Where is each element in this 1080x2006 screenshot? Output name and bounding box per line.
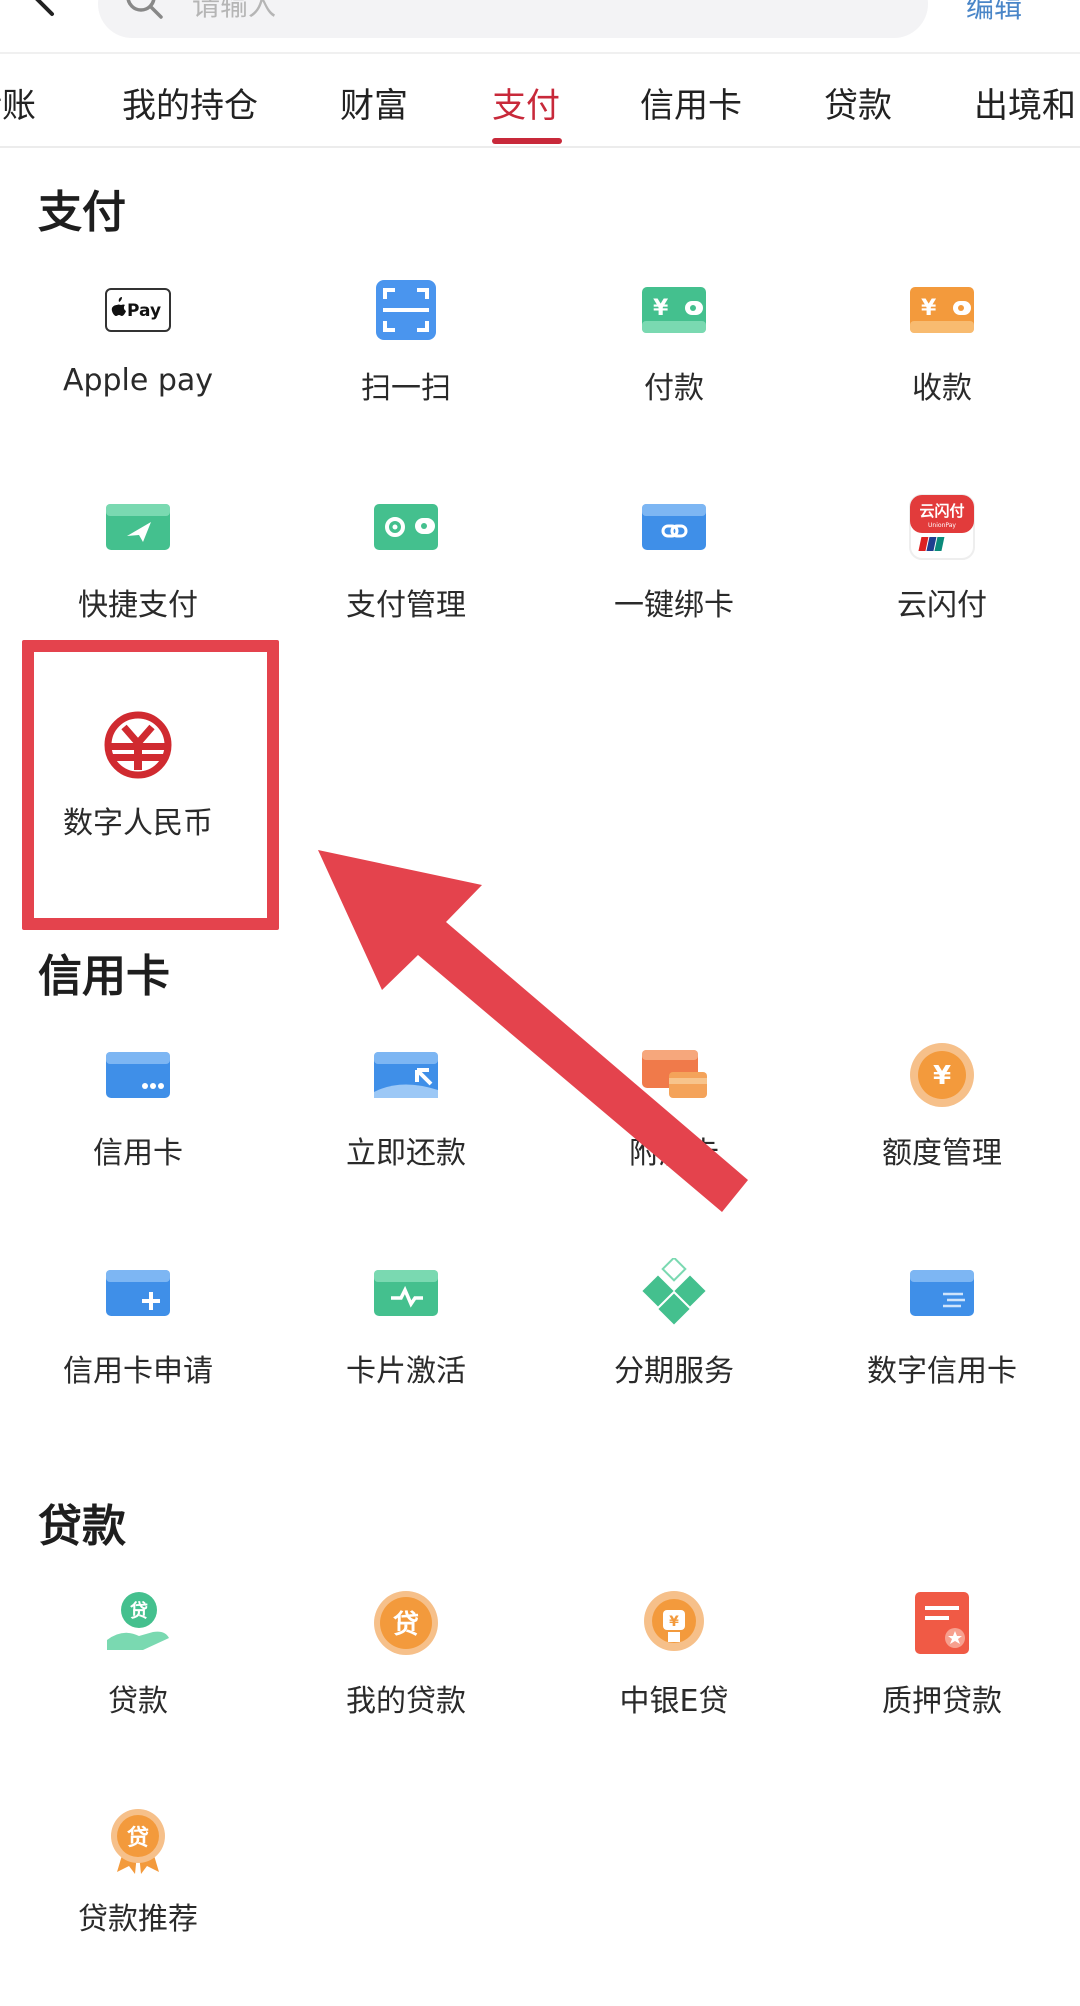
credit-item-supplementary[interactable]: 附属卡 xyxy=(540,1040,808,1240)
search-input[interactable] xyxy=(190,0,794,26)
pay-item-label: 收款 xyxy=(912,371,972,406)
credit-item-activate[interactable]: 卡片激活 xyxy=(272,1258,540,1458)
tab-payment[interactable]: 支付 xyxy=(492,78,560,127)
yuan-glyph: ¥ xyxy=(921,296,937,321)
credit-item-label: 信用卡申请 xyxy=(63,1354,213,1389)
loan-glyph: 贷 xyxy=(130,1600,148,1622)
pay-item-label: 付款 xyxy=(644,371,704,406)
card-apply-icon xyxy=(106,1270,170,1316)
credit-item-label: 卡片激活 xyxy=(346,1354,466,1389)
credit-item-repay[interactable]: 立即还款 xyxy=(272,1040,540,1240)
apple-pay-icon-text: Pay xyxy=(127,301,161,321)
credit-item-apply[interactable]: 信用卡申请 xyxy=(4,1258,272,1458)
loan-item-pledge[interactable]: 质押贷款 xyxy=(808,1588,1076,1788)
pay-item-label: 扫一扫 xyxy=(361,371,451,406)
pay-item-label: 快捷支付 xyxy=(78,588,198,623)
yuan-glyph: ¥ xyxy=(933,1061,951,1091)
search-bar[interactable] xyxy=(98,0,928,38)
card-activate-icon xyxy=(374,1270,438,1316)
credit-item-label: 附属卡 xyxy=(629,1136,719,1171)
receive-wallet-icon: ¥ xyxy=(910,287,974,333)
credit-item-label: 立即还款 xyxy=(346,1136,466,1171)
pay-item-payment[interactable]: ¥ 付款 xyxy=(540,275,808,475)
unionpay-sub-text: UnionPay xyxy=(928,522,956,529)
search-icon xyxy=(126,0,163,19)
installment-icon xyxy=(642,1258,706,1325)
loan-item-recommend[interactable]: 贷 贷款推荐 xyxy=(4,1806,272,2006)
pay-item-scan[interactable]: 扫一扫 xyxy=(272,275,540,475)
pay-item-unionpay[interactable]: 云闪付 UnionPay 云闪付 xyxy=(808,492,1076,692)
unionpay-quickpass-icon: 云闪付 UnionPay xyxy=(909,494,975,560)
credit-item-limit[interactable]: ¥ 额度管理 xyxy=(808,1040,1076,1240)
highlight-box xyxy=(22,640,279,930)
section-title-credit: 信用卡 xyxy=(38,951,170,1002)
tab-transfer[interactable]: 转账 xyxy=(0,78,36,127)
pay-item-receive[interactable]: ¥ 收款 xyxy=(808,275,1076,475)
edit-button[interactable]: 编辑 xyxy=(966,0,1022,26)
e-loan-icon: ¥ xyxy=(644,1591,704,1651)
credit-item-label: 信用卡 xyxy=(93,1136,183,1171)
tab-holdings[interactable]: 我的持仓 xyxy=(122,78,258,127)
my-loan-icon: 贷 xyxy=(374,1591,438,1655)
pay-item-apple-pay[interactable]: Pay Apple pay xyxy=(4,275,272,475)
pay-item-label: Apple pay xyxy=(62,363,214,398)
pledge-loan-icon xyxy=(915,1592,969,1654)
credit-item-label: 数字信用卡 xyxy=(867,1354,1017,1389)
tab-credit-card[interactable]: 信用卡 xyxy=(640,78,742,127)
pay-item-label: 支付管理 xyxy=(346,588,466,623)
credit-item-label: 额度管理 xyxy=(882,1136,1002,1171)
yuan-glyph: ¥ xyxy=(669,1614,679,1630)
credit-card-icon xyxy=(106,1052,170,1098)
payment-wallet-icon: ¥ xyxy=(642,287,706,333)
loan-item-label: 中银E贷 xyxy=(619,1684,729,1719)
pay-item-label: 一键绑卡 xyxy=(614,588,734,623)
category-tab-bar: 转账 我的持仓 财富 支付 信用卡 贷款 出境和 xyxy=(0,54,1080,148)
loan-item-label: 贷款推荐 xyxy=(78,1902,198,1937)
loan-hand-icon: 贷 xyxy=(107,1592,169,1650)
loan-item-my-loan[interactable]: 贷 我的贷款 xyxy=(272,1588,540,1788)
supplementary-card-icon xyxy=(642,1050,707,1098)
loan-item-loan[interactable]: 贷 贷款 xyxy=(4,1588,272,1788)
credit-item-installment[interactable]: 分期服务 xyxy=(540,1258,808,1458)
section-title-pay: 支付 xyxy=(38,187,126,238)
loan-recommend-icon: 贷 xyxy=(111,1809,165,1874)
digital-credit-card-icon xyxy=(910,1270,974,1316)
pay-item-label: 云闪付 xyxy=(897,588,987,623)
loan-item-label: 贷款 xyxy=(108,1684,168,1719)
credit-item-credit-card[interactable]: 信用卡 xyxy=(4,1040,272,1240)
loan-item-label: 我的贷款 xyxy=(346,1684,466,1719)
pay-item-bind-card[interactable]: 一键绑卡 xyxy=(540,492,808,692)
tab-wealth[interactable]: 财富 xyxy=(340,78,408,127)
credit-item-digital-credit-card[interactable]: 数字信用卡 xyxy=(808,1258,1076,1458)
top-bar: 编辑 xyxy=(0,0,1080,54)
unionpay-title-text: 云闪付 xyxy=(919,502,964,520)
bind-card-icon xyxy=(642,504,706,550)
tab-loan[interactable]: 贷款 xyxy=(824,78,892,127)
credit-item-label: 分期服务 xyxy=(614,1354,734,1389)
pay-settings-icon xyxy=(374,504,438,550)
loan-item-e-loan[interactable]: ¥ 中银E贷 xyxy=(540,1588,808,1788)
repay-icon xyxy=(374,1052,438,1098)
yuan-glyph: ¥ xyxy=(653,296,669,321)
active-tab-indicator xyxy=(492,138,562,144)
apple-pay-icon: Pay xyxy=(105,288,171,332)
scan-icon xyxy=(376,280,436,340)
quick-pay-icon xyxy=(106,504,170,550)
section-title-loan: 贷款 xyxy=(38,1501,126,1552)
pay-item-pay-management[interactable]: 支付管理 xyxy=(272,492,540,692)
tab-overseas[interactable]: 出境和 xyxy=(974,78,1076,127)
loan-glyph: 贷 xyxy=(393,1609,419,1640)
credit-limit-icon: ¥ xyxy=(910,1043,974,1107)
back-arrow-icon[interactable] xyxy=(28,0,64,18)
loan-glyph: 贷 xyxy=(127,1825,149,1851)
loan-item-label: 质押贷款 xyxy=(882,1684,1002,1719)
